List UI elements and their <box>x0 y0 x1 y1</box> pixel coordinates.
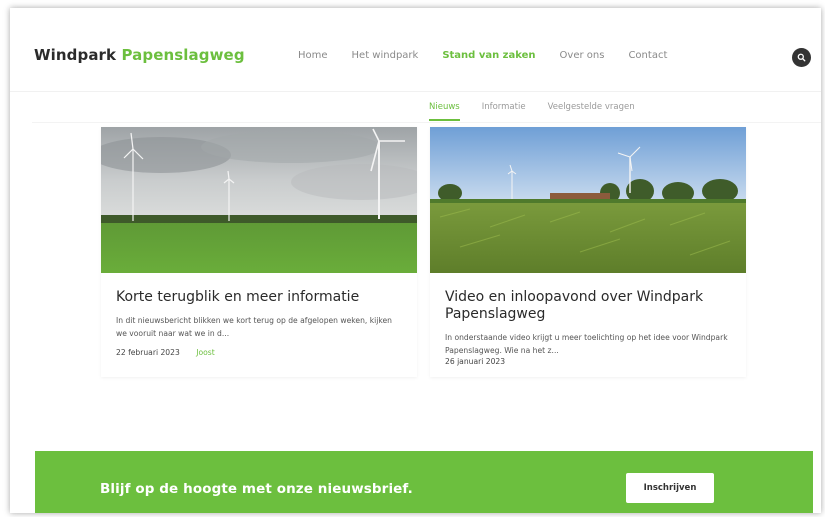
site-header: Windpark Papenslagweg Home Het windpark … <box>10 8 821 92</box>
search-icon <box>797 53 806 62</box>
subnav-divider <box>32 122 821 123</box>
news-card-excerpt: In dit nieuwsbericht blikken we kort ter… <box>116 316 392 338</box>
subscribe-button[interactable]: Inschrijven <box>626 473 714 503</box>
news-card-title[interactable]: Video en inloopavond over Windpark Papen… <box>445 289 731 323</box>
search-button[interactable] <box>792 48 811 67</box>
main-nav: Home Het windpark Stand van zaken Over o… <box>298 50 691 61</box>
news-card-date: 26 januari 2023 <box>445 357 506 366</box>
corn-field-turbines-image[interactable] <box>430 127 746 273</box>
logo-text-windpark: Windpark <box>34 46 117 64</box>
news-card-excerpt: In onderstaande video krijgt u meer toel… <box>445 333 728 355</box>
wind-turbine-field-image[interactable] <box>101 127 417 273</box>
header-divider <box>10 91 821 92</box>
news-card-meta: 22 februari 2023 Joost <box>116 348 402 357</box>
news-card-author[interactable]: Joost <box>196 348 214 357</box>
site-logo[interactable]: Windpark Papenslagweg <box>34 46 245 64</box>
nav-item-het-windpark[interactable]: Het windpark <box>352 50 419 61</box>
sub-nav: Nieuws Informatie Veelgestelde vragen <box>429 102 657 121</box>
nav-item-over-ons[interactable]: Over ons <box>560 50 605 61</box>
news-card-title[interactable]: Korte terugblik en meer informatie <box>116 289 402 306</box>
nav-item-stand-van-zaken[interactable]: Stand van zaken <box>442 50 535 61</box>
browser-page: Windpark Papenslagweg Home Het windpark … <box>10 8 821 513</box>
news-card-body: Video en inloopavond over Windpark Papen… <box>430 273 746 366</box>
nav-item-home[interactable]: Home <box>298 50 328 61</box>
subnav-item-informatie[interactable]: Informatie <box>482 102 526 121</box>
subnav-item-veelgestelde-vragen[interactable]: Veelgestelde vragen <box>548 102 635 121</box>
nav-item-contact[interactable]: Contact <box>628 50 667 61</box>
news-card[interactable]: Korte terugblik en meer informatie In di… <box>101 127 417 377</box>
logo-text-papenslagweg: Papenslagweg <box>121 46 245 64</box>
news-card-meta: 26 januari 2023 <box>445 357 731 366</box>
subnav-item-nieuws[interactable]: Nieuws <box>429 102 460 121</box>
newsletter-text: Blijf op de hoogte met onze nieuwsbrief. <box>100 481 413 497</box>
newsletter-banner: Blijf op de hoogte met onze nieuwsbrief.… <box>35 451 813 513</box>
news-card-date: 22 februari 2023 <box>116 348 180 357</box>
news-card[interactable]: Video en inloopavond over Windpark Papen… <box>430 127 746 377</box>
news-card-body: Korte terugblik en meer informatie In di… <box>101 273 417 357</box>
